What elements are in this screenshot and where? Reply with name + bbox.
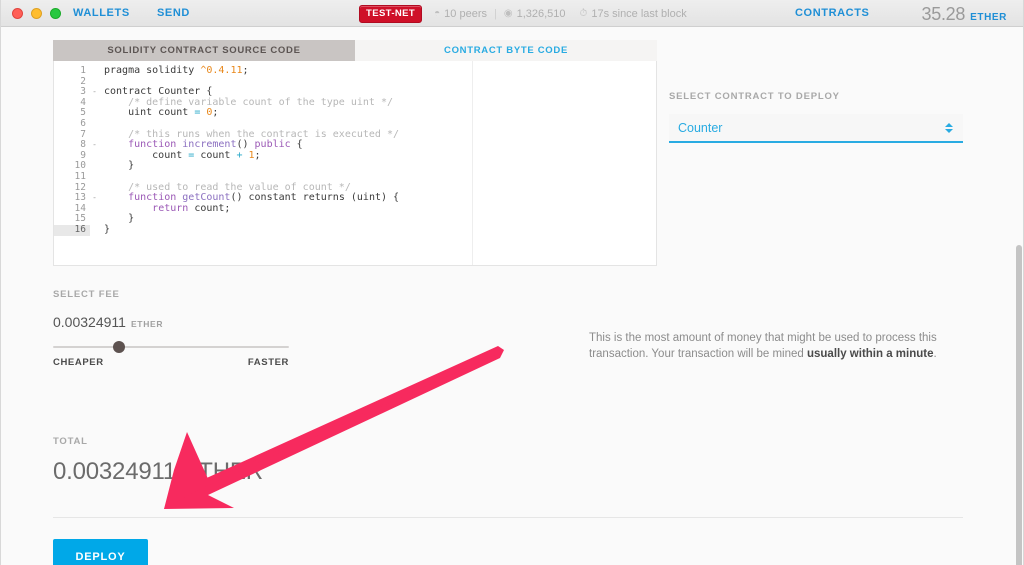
line-number: 16 [54, 224, 90, 236]
page-scrollbar[interactable] [1015, 54, 1023, 565]
footer-divider [53, 517, 963, 518]
fee-note-bold: usually within a minute [806, 348, 934, 360]
fee-cheaper-label: CHEAPER [53, 357, 104, 368]
block-status: ◉ 1,326,510 [504, 8, 566, 20]
block-number: 1,326,510 [516, 7, 566, 20]
code-line: 9 count = count + 1; [54, 150, 656, 162]
maximize-window-button[interactable] [50, 7, 61, 19]
code-line: 15 } [54, 214, 656, 225]
select-contract-label: SELECT CONTRACT TO DEPLOY [669, 91, 840, 102]
fee-slider-thumb[interactable] [113, 341, 126, 353]
fold-toggle-icon[interactable]: - [90, 87, 99, 98]
fold-toggle-icon [90, 172, 99, 183]
fee-faster-label: FASTER [247, 357, 289, 368]
clock-icon: ⏱ [579, 7, 588, 19]
balance-unit: ETHER [970, 12, 1007, 23]
fold-toggle-icon [90, 214, 99, 225]
main-content: SOLIDITY CONTRACT SOURCE CODE CONTRACT B… [1, 27, 1023, 565]
window-controls[interactable] [12, 7, 61, 19]
fold-toggle-icon [90, 151, 99, 162]
block-icon: ◉ [503, 7, 513, 19]
last-block-status: ⏱ 17s since last block [580, 8, 687, 20]
code-line-text: uint count = 0; [104, 107, 219, 119]
select-fee-label: SELECT FEE [53, 289, 120, 300]
fold-toggle-icon [90, 130, 99, 141]
network-status-bar: TEST-NET ◓ 10 peers | ◉ 1,326,510 ⏱ 17s … [359, 0, 687, 27]
status-divider: | [493, 7, 497, 20]
fold-toggle-icon [90, 108, 99, 119]
fold-toggle-icon [90, 119, 99, 130]
selected-contract-value: Counter [678, 120, 723, 135]
code-line-text: pragma solidity ^0.4.11; [104, 65, 249, 76]
title-bar: WALLETS SEND CONTRACTS TEST-NET ◓ 10 pee… [1, 0, 1023, 27]
fold-toggle-icon [90, 183, 99, 194]
tab-byte-code[interactable]: CONTRACT BYTE CODE [355, 40, 657, 61]
fee-slider-track[interactable] [53, 346, 289, 348]
code-line-text: } [104, 160, 135, 172]
wallet-balance: 35.28 ETHER [922, 4, 1007, 25]
page-scrollbar-thumb[interactable] [1016, 245, 1022, 565]
fee-slider-labels: CHEAPER FASTER [53, 357, 289, 368]
minimize-window-button[interactable] [31, 7, 42, 19]
fee-description: This is the most amount of money that mi… [589, 330, 967, 362]
code-line: 14 return count; [54, 203, 656, 215]
select-contract-dropdown[interactable]: Counter [669, 114, 963, 143]
code-tabs: SOLIDITY CONTRACT SOURCE CODE CONTRACT B… [53, 40, 657, 61]
fee-note-suffix: . [933, 348, 937, 360]
chevron-updown-icon [945, 122, 953, 133]
code-lines: 1 pragma solidity ^0.4.11; 2 3- contract Cou… [54, 65, 656, 236]
line-number: 1 [80, 65, 86, 76]
fold-toggle-icon [90, 77, 99, 88]
fold-toggle-icon [90, 225, 99, 236]
fold-toggle-icon [90, 204, 99, 215]
fold-toggle-icon [90, 66, 99, 77]
fold-toggle-icon [90, 98, 99, 109]
fold-toggle-icon[interactable]: - [90, 140, 99, 151]
code-line: 1 pragma solidity ^0.4.11; [54, 65, 656, 77]
code-editor[interactable]: 1 pragma solidity ^0.4.11; 2 3- contract Cou… [53, 61, 657, 266]
line-number: 11 [74, 170, 86, 182]
nav-wallets[interactable]: WALLETS [73, 7, 130, 19]
nav-send[interactable]: SEND [157, 7, 190, 19]
antenna-icon: ◓ [434, 7, 441, 19]
network-badge: TEST-NET [359, 4, 423, 23]
fold-toggle-icon [90, 161, 99, 172]
code-line: 10 } [54, 160, 656, 172]
fold-toggle-icon[interactable]: - [90, 193, 99, 204]
fee-amount-value: 0.00324911 [53, 314, 126, 330]
total-value: 0.00324911 ETHER [53, 458, 263, 485]
code-line: 5 uint count = 0; [54, 107, 656, 119]
fee-amount-unit: ETHER [130, 319, 164, 329]
app-window: WALLETS SEND CONTRACTS TEST-NET ◓ 10 pee… [0, 0, 1024, 565]
peers-status: ◓ 10 peers [434, 8, 487, 20]
deploy-button[interactable]: DEPLOY [53, 539, 148, 565]
peers-count: 10 peers [444, 7, 487, 20]
line-number: 6 [80, 117, 86, 129]
code-line-text: } [104, 223, 111, 235]
code-line: 16} [54, 223, 656, 236]
fee-amount: 0.00324911 ETHER [53, 314, 163, 330]
fee-slider[interactable] [53, 340, 289, 354]
total-label: TOTAL [53, 436, 88, 447]
close-window-button[interactable] [12, 7, 23, 19]
nav-contracts[interactable]: CONTRACTS [795, 7, 869, 19]
balance-amount: 35.28 [921, 4, 966, 24]
last-block-time: 17s since last block [591, 7, 687, 20]
tab-solidity-source[interactable]: SOLIDITY CONTRACT SOURCE CODE [53, 40, 355, 61]
